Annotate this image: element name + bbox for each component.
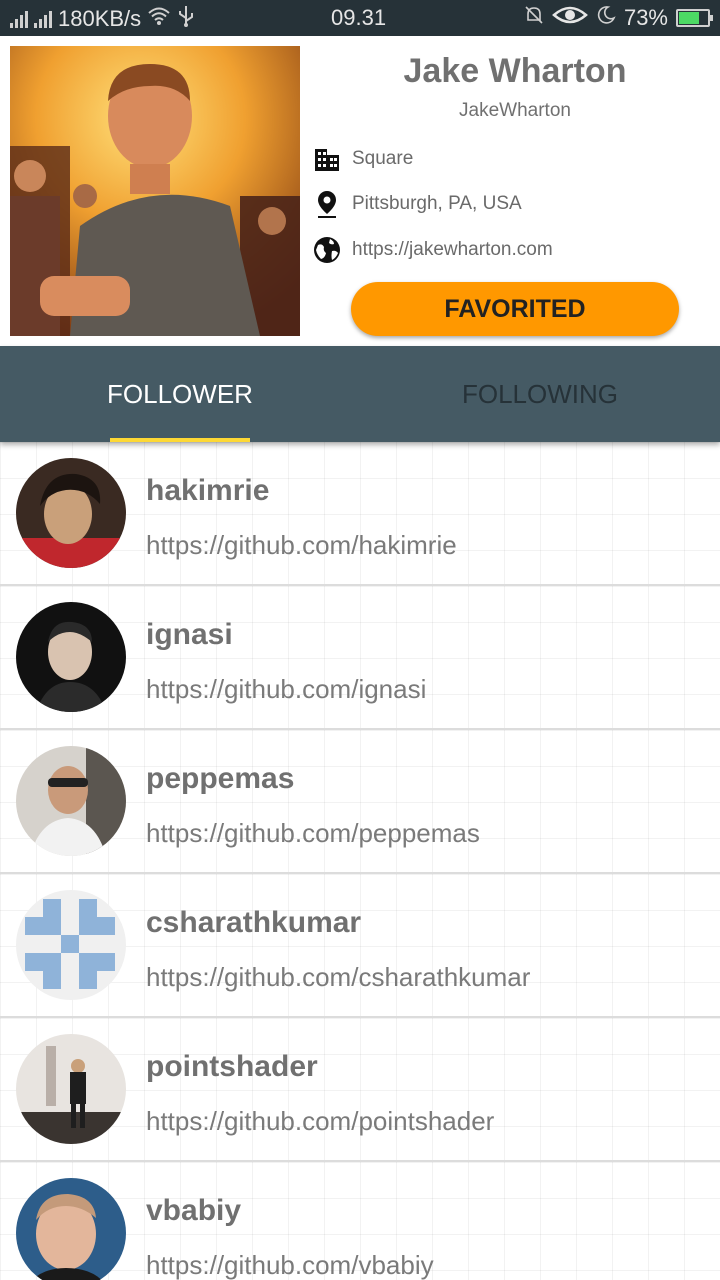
blog-link[interactable]: https://jakewharton.com — [352, 239, 553, 261]
wifi-icon — [147, 6, 171, 32]
tab-follower[interactable]: FOLLOWER — [0, 346, 360, 442]
list-item[interactable]: peppemas https://github.com/peppemas — [0, 730, 720, 874]
follower-list[interactable]: hakimrie https://github.com/hakimrie ign… — [0, 442, 720, 1280]
location-pin-icon — [312, 189, 342, 219]
user-avatar — [16, 746, 126, 856]
user-avatar — [16, 890, 126, 1000]
user-avatar — [16, 602, 126, 712]
list-item[interactable]: ignasi https://github.com/ignasi — [0, 586, 720, 730]
user-avatar — [16, 1034, 126, 1144]
list-item[interactable]: pointshader https://github.com/pointshad… — [0, 1018, 720, 1162]
user-url: https://github.com/pointshader — [146, 1106, 495, 1136]
network-speed: 180KB/s — [58, 6, 142, 31]
list-item[interactable]: hakimrie https://github.com/hakimrie — [0, 442, 720, 586]
tab-indicator — [110, 438, 250, 442]
clock: 09.31 — [331, 5, 387, 30]
globe-icon — [312, 235, 342, 265]
battery-percent: 73% — [623, 5, 668, 30]
profile-avatar — [10, 46, 300, 336]
tab-bar: FOLLOWER FOLLOWING — [0, 346, 720, 442]
company-text: Square — [352, 148, 414, 169]
user-url: https://github.com/vbabiy — [146, 1250, 434, 1280]
eye-icon — [552, 5, 588, 31]
user-login: pointshader — [146, 1050, 318, 1083]
building-icon — [312, 144, 342, 174]
list-item[interactable]: csharathkumar https://github.com/csharat… — [0, 874, 720, 1018]
profile-name: Jake Wharton — [403, 52, 627, 90]
location-text: Pittsburgh, PA, USA — [352, 193, 522, 214]
list-item[interactable]: vbabiy https://github.com/vbabiy — [0, 1162, 720, 1280]
user-avatar — [16, 1178, 126, 1280]
profile-header: Jake Wharton JakeWharton Square Pittsbur… — [0, 36, 720, 346]
location-row: Pittsburgh, PA, USA — [312, 189, 522, 219]
battery-icon — [676, 9, 713, 27]
user-login: ignasi — [146, 618, 233, 651]
user-url: https://github.com/hakimrie — [146, 530, 457, 560]
user-avatar — [16, 458, 126, 568]
company-row: Square — [312, 144, 413, 174]
user-login: peppemas — [146, 762, 295, 795]
user-url: https://github.com/csharathkumar — [146, 962, 531, 992]
mute-icon — [524, 5, 544, 31]
signal-icon — [34, 10, 52, 28]
status-bar: 180KB/s 09.31 73% — [0, 0, 720, 36]
user-login: vbabiy — [146, 1194, 242, 1227]
favorite-button[interactable]: FAVORITED — [351, 282, 679, 336]
signal-icon — [10, 10, 28, 28]
blog-row[interactable]: https://jakewharton.com — [312, 235, 553, 265]
moon-icon — [596, 5, 616, 31]
user-login: hakimrie — [146, 474, 270, 507]
tab-following[interactable]: FOLLOWING — [360, 346, 720, 442]
usb-icon — [177, 5, 195, 33]
user-login: csharathkumar — [146, 906, 362, 939]
user-url: https://github.com/peppemas — [146, 818, 480, 848]
user-url: https://github.com/ignasi — [146, 674, 427, 704]
profile-username: JakeWharton — [459, 100, 571, 121]
